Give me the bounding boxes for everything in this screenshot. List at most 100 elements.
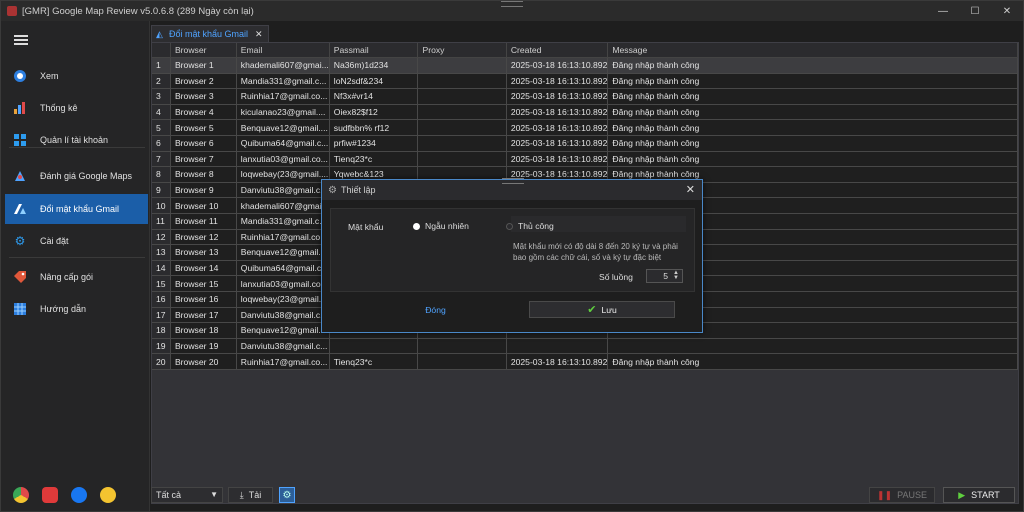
cell-message[interactable]: Đăng nhập thành công [607,104,1018,121]
tab-gmail-password[interactable]: ◭ Đổi mật khẩu Gmail ✕ [151,25,269,42]
table-row[interactable]: 3 Browser 3 Ruinhia17@gmail.co... Nf3x#vr14… [152,88,1018,105]
cell-message[interactable]: Đăng nhập thành công [607,353,1018,370]
cell-created[interactable]: 2025-03-18 16:13:10.892 [506,353,609,370]
cell-proxy[interactable] [417,88,507,105]
manual-radio[interactable]: Thủ công [506,221,554,231]
close-icon[interactable]: ✕ [255,29,263,40]
pause-button[interactable]: ❚❚ PAUSE [869,487,935,503]
row-number[interactable]: 20 [152,353,171,370]
support-agent-icon[interactable] [100,487,116,503]
youtube-icon[interactable] [42,487,58,503]
column-header[interactable]: Created [506,43,609,58]
sidebar-item-gmail-password[interactable]: Đổi mật khẩu Gmail [5,194,148,224]
cell-pass[interactable]: Tienq23*c [329,353,419,370]
cell-email[interactable]: Benquave12@gmail.... [236,244,330,261]
row-number[interactable]: 9 [152,182,171,199]
load-button[interactable]: ⤓ Tải [228,487,273,503]
cell-pass[interactable]: Na36m)1d234 [329,57,419,74]
table-row[interactable]: 20 Browser 20 Ruinhia17@gmail.co... Tienq23… [152,353,1018,370]
column-header[interactable]: Email [236,43,330,58]
sidebar-item-settings[interactable]: ⚙ Cài đặt [5,226,148,256]
cell-browser[interactable]: Browser 10 [170,197,237,214]
cell-browser[interactable]: Browser 2 [170,73,237,90]
cell-pass[interactable]: sudfbbn% rf12 [329,119,419,136]
cell-browser[interactable]: Browser 5 [170,119,237,136]
cell-pass[interactable]: loN2sdf&234 [329,73,419,90]
close-dialog-button[interactable]: Đóng [408,303,463,317]
table-row[interactable]: 19 Browser 19 Danviutu38@gmail.c... [152,338,1018,355]
row-number[interactable]: 8 [152,166,171,183]
cell-email[interactable]: kiculanao23@gmail.... [236,104,330,121]
cell-email[interactable]: loqwebay(23@gmail.... [236,291,330,308]
cell-browser[interactable]: Browser 12 [170,229,237,246]
sidebar-item-guide[interactable]: Hướng dẫn [5,294,148,324]
row-number[interactable]: 7 [152,151,171,168]
cell-created[interactable]: 2025-03-18 16:13:10.892 [506,151,609,168]
sidebar-item-maps-review[interactable]: Đánh giá Google Maps [5,161,148,191]
start-button[interactable]: ▶ START [943,487,1015,503]
cell-email[interactable]: lanxutia03@gmail.co... [236,275,330,292]
row-number[interactable]: 19 [152,338,171,355]
row-number[interactable]: 13 [152,244,171,261]
filter-select[interactable]: Tất cả ▼ [151,487,223,503]
row-number[interactable]: 15 [152,275,171,292]
row-number[interactable]: 10 [152,197,171,214]
column-header[interactable]: Browser [170,43,237,58]
cell-email[interactable]: Benquave12@gmail.... [236,322,330,339]
cell-pass[interactable]: Oiex82$f12 [329,104,419,121]
cell-browser[interactable]: Browser 8 [170,166,237,183]
cell-email[interactable]: Mandia331@gmail.c... [236,73,330,90]
cell-pass[interactable] [329,338,419,355]
cell-browser[interactable]: Browser 3 [170,88,237,105]
table-row[interactable]: 1 Browser 1 khademali607@gmai... Na36m)1d23… [152,57,1018,74]
column-header[interactable]: Passmail [329,43,419,58]
cell-pass[interactable]: Tienq23*c [329,151,419,168]
cell-message[interactable]: Đăng nhập thành công [607,151,1018,168]
cell-email[interactable]: Quibuma64@gmail.c... [236,135,330,152]
table-row[interactable]: 4 Browser 4 kiculanao23@gmail.... Oiex82$f1… [152,104,1018,121]
cell-pass[interactable]: prfiw#1234 [329,135,419,152]
column-header[interactable]: Proxy [417,43,507,58]
cell-browser[interactable]: Browser 11 [170,213,237,230]
row-number[interactable]: 2 [152,73,171,90]
cell-browser[interactable]: Browser 4 [170,104,237,121]
cell-proxy[interactable] [417,338,507,355]
cell-created[interactable]: 2025-03-18 16:13:10.892 [506,135,609,152]
cell-browser[interactable]: Browser 15 [170,275,237,292]
cell-message[interactable]: Đăng nhập thành công [607,57,1018,74]
thread-count-stepper[interactable]: 5 ▲ ▼ [646,269,683,283]
cell-email[interactable]: Danviutu38@gmail.c... [236,182,330,199]
cell-email[interactable]: loqwebay(23@gmail.... [236,166,330,183]
row-number[interactable]: 12 [152,229,171,246]
close-window-button[interactable]: ✕ [991,1,1023,21]
row-number[interactable]: 5 [152,119,171,136]
cell-created[interactable]: 2025-03-18 16:13:10.892 [506,73,609,90]
facebook-icon[interactable] [71,487,87,503]
cell-proxy[interactable] [417,119,507,136]
row-number[interactable]: 3 [152,88,171,105]
cell-created[interactable]: 2025-03-18 16:13:10.892 [506,88,609,105]
row-number[interactable]: 1 [152,57,171,74]
cell-email[interactable]: Quibuma64@gmail.c... [236,260,330,277]
cell-created[interactable] [506,338,609,355]
row-number[interactable]: 18 [152,322,171,339]
cell-email[interactable]: Ruinhia17@gmail.co... [236,353,330,370]
cell-created[interactable]: 2025-03-18 16:13:10.892 [506,57,609,74]
cell-browser[interactable]: Browser 9 [170,182,237,199]
sidebar-item-stats[interactable]: Thống kê [5,93,148,123]
maximize-button[interactable]: ☐ [959,1,991,21]
cell-browser[interactable]: Browser 1 [170,57,237,74]
sidebar-item-view[interactable]: Xem [5,61,148,91]
cell-created[interactable]: 2025-03-18 16:13:10.892 [506,119,609,136]
column-header[interactable]: Message [607,43,1018,58]
table-row[interactable]: 6 Browser 6 Quibuma64@gmail.c... prfiw#1234… [152,135,1018,152]
row-number[interactable]: 4 [152,104,171,121]
drag-grip-icon[interactable] [502,178,524,184]
cell-email[interactable]: khademali607@gmai... [236,197,330,214]
cell-browser[interactable]: Browser 16 [170,291,237,308]
cell-message[interactable]: Đăng nhập thành công [607,119,1018,136]
sidebar-item-upgrade[interactable]: Nâng cấp gói [5,262,148,292]
row-number[interactable]: 16 [152,291,171,308]
cell-proxy[interactable] [417,135,507,152]
row-number[interactable]: 17 [152,307,171,324]
